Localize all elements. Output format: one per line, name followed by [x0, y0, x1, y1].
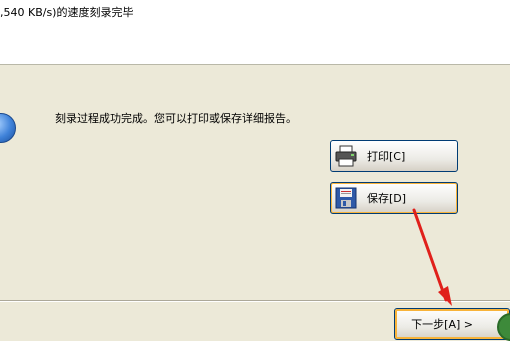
next-button-label: 下一步[A] > [411, 318, 473, 331]
next-button[interactable]: 下一步[A] > [394, 308, 510, 340]
info-icon [0, 113, 16, 143]
header-band: ,540 KB/s)的速度刻录完毕 [0, 0, 510, 65]
footer-divider [0, 300, 510, 302]
printer-icon [335, 145, 357, 167]
completion-message: 刻录过程成功完成。您可以打印或保存详细报告。 [55, 112, 297, 125]
save-button-label: 保存[D] [367, 192, 407, 205]
status-text: ,540 KB/s)的速度刻录完毕 [0, 6, 134, 19]
print-button-label: 打印[C] [367, 150, 406, 163]
save-button[interactable]: 保存[D] [330, 182, 458, 214]
floppy-disk-icon [335, 187, 357, 209]
print-button[interactable]: 打印[C] [330, 140, 458, 172]
